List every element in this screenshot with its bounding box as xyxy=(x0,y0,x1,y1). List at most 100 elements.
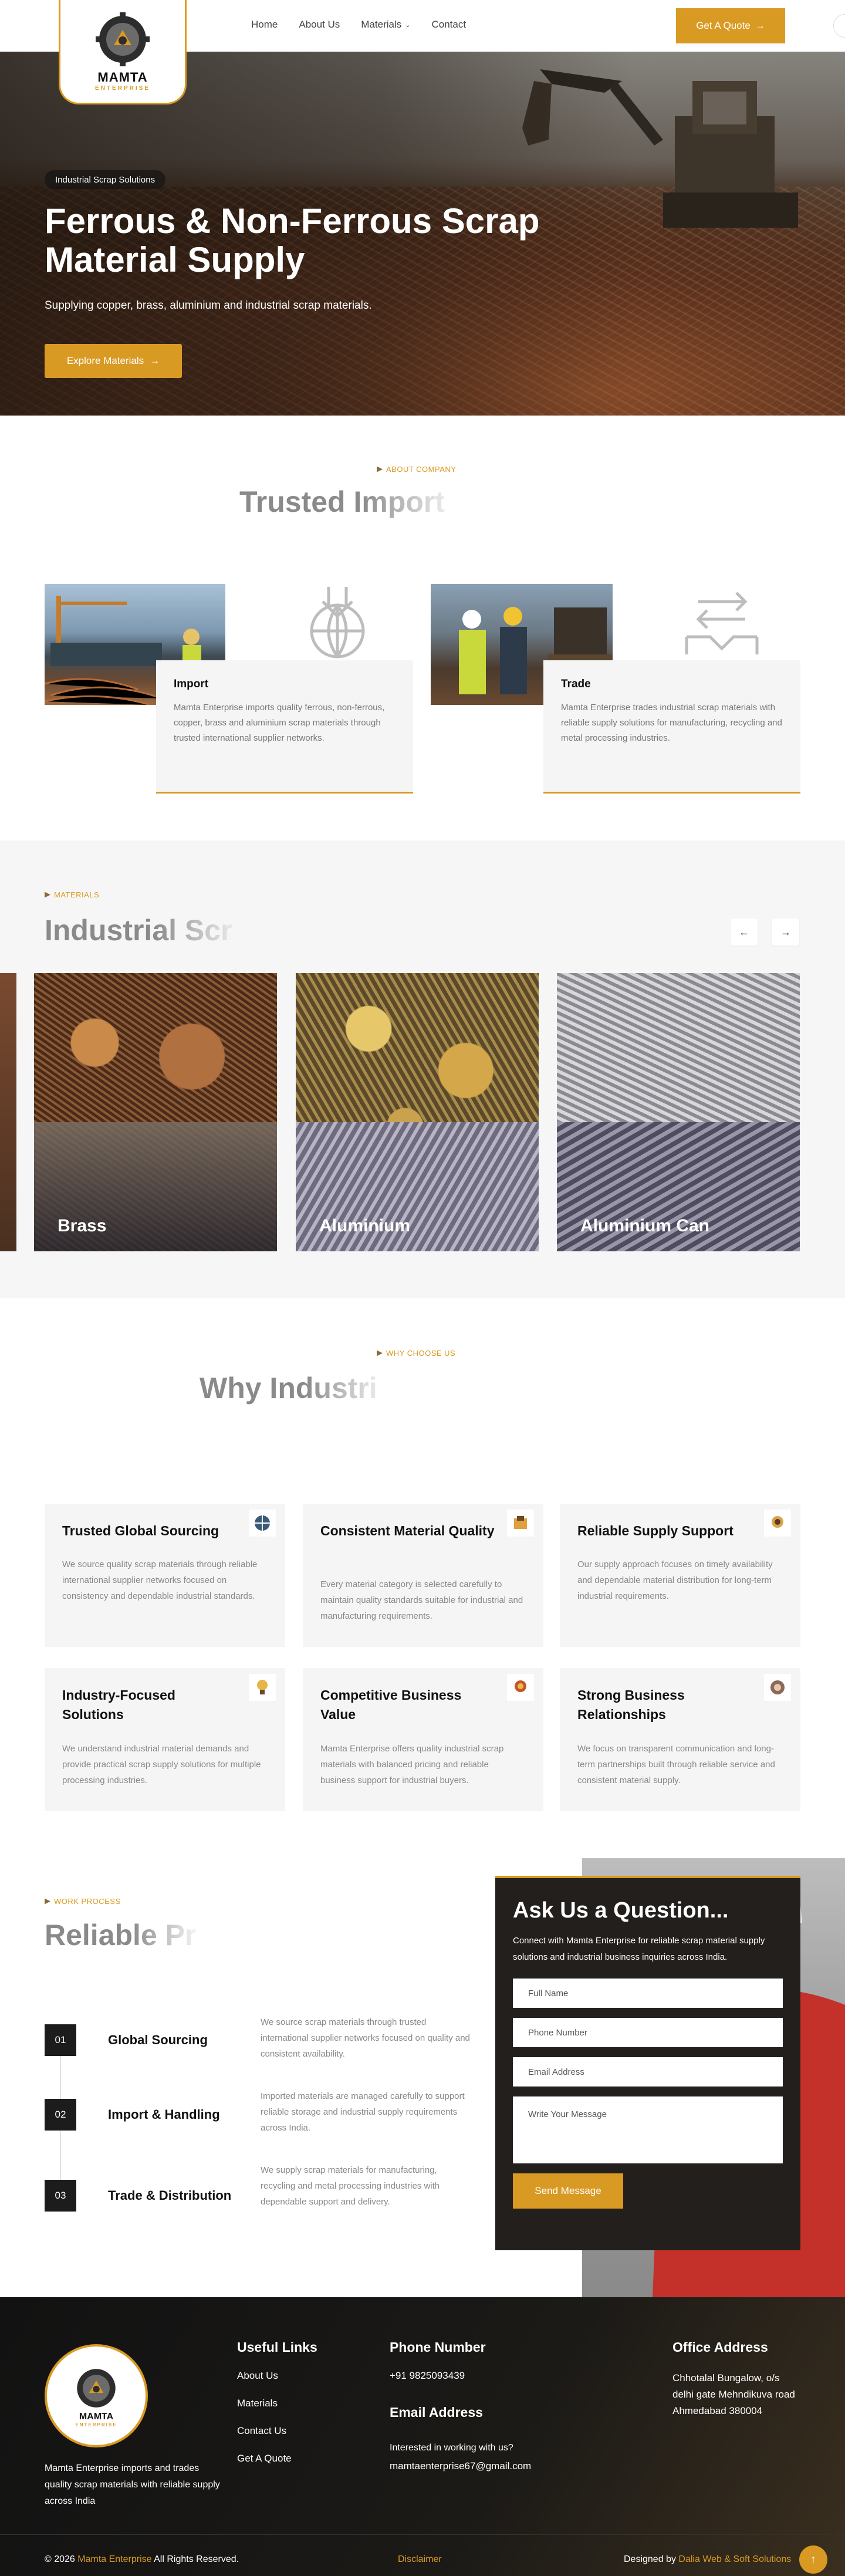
about-card-text: Mamta Enterprise imports quality ferrous… xyxy=(174,703,385,743)
why-card-text: We understand industrial material demand… xyxy=(62,1744,261,1785)
form-intro: Connect with Mamta Enterprise for reliab… xyxy=(513,1936,765,1962)
nav-materials[interactable]: Materials ⌄ xyxy=(361,19,410,31)
logo-gear-icon xyxy=(96,12,150,66)
footer-office: Chhotalal Bungalow, o/s delhi gate Mehnd… xyxy=(672,2372,795,2416)
globe-icon xyxy=(249,1510,276,1537)
main-nav: Home About Us Materials ⌄ Contact xyxy=(251,19,466,31)
contact-form: Ask Us a Question... Connect with Mamta … xyxy=(495,1876,800,2250)
eyebrow-marker-icon xyxy=(45,892,50,898)
form-title: Ask Us a Question... xyxy=(513,1898,729,1923)
step-number: 02 xyxy=(45,2099,76,2131)
arrow-right-icon: → xyxy=(780,926,791,938)
material-card[interactable]: Brass xyxy=(34,973,277,1251)
material-card[interactable]: Aluminium xyxy=(296,973,539,1251)
why-eyebrow-label: WHY CHOOSE US xyxy=(386,1349,456,1358)
footer-link[interactable]: Contact Us xyxy=(237,2423,286,2439)
footer-link[interactable]: Materials xyxy=(237,2395,278,2412)
copyright-brand[interactable]: Mamta Enterprise xyxy=(77,2554,151,2564)
footer-link[interactable]: Get A Quote xyxy=(237,2450,292,2467)
about-title: Trusted Import xyxy=(239,485,462,519)
designed-by-prefix: Designed by xyxy=(624,2554,676,2564)
nav-home[interactable]: Home xyxy=(251,19,278,31)
about-card-trade: Trade Mamta Enterprise trades industrial… xyxy=(543,660,800,794)
footer-logo[interactable]: MAMTA ENTERPRISE xyxy=(45,2344,148,2447)
footer-links-title: Useful Links xyxy=(237,2339,317,2355)
footer-email-note: Interested in working with us? xyxy=(390,2443,513,2453)
nav-about[interactable]: About Us xyxy=(299,19,340,31)
footer-phone[interactable]: +91 9825093439 xyxy=(390,2368,465,2384)
menu-toggle-button[interactable] xyxy=(833,14,845,38)
copyright: © 2026 Mamta Enterprise All Rights Reser… xyxy=(45,2554,239,2565)
hero-title: Ferrous & Non-Ferrous Scrap Material Sup… xyxy=(45,201,540,279)
partnership-icon xyxy=(764,1674,791,1701)
disclaimer-link[interactable]: Disclaimer xyxy=(398,2554,442,2565)
step-number: 03 xyxy=(45,2180,76,2212)
explore-materials-button[interactable]: Explore Materials → xyxy=(45,344,182,378)
scroll-top-button[interactable]: ↑ xyxy=(799,2545,827,2574)
phone-field[interactable]: Phone Number xyxy=(513,2018,783,2047)
about-card-title: Trade xyxy=(561,678,591,690)
copyright-prefix: © 2026 xyxy=(45,2554,75,2564)
about-eyebrow-label: ABOUT COMPANY xyxy=(386,465,457,474)
logo-gear-icon xyxy=(77,2368,116,2408)
about-card-text: Mamta Enterprise trades industrial scrap… xyxy=(561,703,782,743)
chevron-down-icon: ⌄ xyxy=(405,21,411,29)
step-text: We source scrap materials through truste… xyxy=(261,2017,470,2059)
why-card-title: Consistent Material Quality xyxy=(320,1523,495,1538)
about-card-title: Import xyxy=(174,678,209,690)
footer-phone-title: Phone Number xyxy=(390,2339,486,2355)
why-card-title: Reliable Supply Support xyxy=(577,1523,734,1538)
why-card: Strong Business Relationships We focus o… xyxy=(560,1668,800,1811)
arrow-left-icon: ← xyxy=(739,926,749,938)
footer-email-title: Email Address xyxy=(390,2405,483,2420)
eyebrow-marker-icon xyxy=(45,1898,50,1905)
step-number: 01 xyxy=(45,2024,76,2056)
why-card-text: We source quality scrap materials throug… xyxy=(62,1559,258,1601)
footer-link[interactable]: About Us xyxy=(237,2368,278,2384)
why-card-title: Trusted Global Sourcing xyxy=(62,1523,219,1538)
step-title: Trade & Distribution xyxy=(108,2188,232,2203)
trade-handshake-icon xyxy=(685,592,759,654)
hero-badge: Industrial Scrap Solutions xyxy=(45,170,166,189)
full-name-field[interactable]: Full Name xyxy=(513,1979,783,2008)
why-card: Trusted Global Sourcing We source qualit… xyxy=(45,1504,285,1647)
why-card-title: Strong Business Relationships xyxy=(577,1687,685,1722)
step-text: Imported materials are managed carefully… xyxy=(261,2091,465,2133)
copyright-suffix: All Rights Reserved. xyxy=(154,2554,239,2564)
footer-email[interactable]: mamtaenterprise67@gmail.com xyxy=(390,2458,531,2474)
material-card-partial[interactable] xyxy=(0,973,16,1251)
get-quote-button[interactable]: Get A Quote → xyxy=(676,8,785,43)
email-field[interactable]: Email Address xyxy=(513,2057,783,2087)
why-card-text: Every material category is selected care… xyxy=(320,1579,523,1621)
footer-bottom-bar: © 2026 Mamta Enterprise All Rights Reser… xyxy=(0,2534,845,2574)
materials-eyebrow-label: MATERIALS xyxy=(54,890,100,899)
value-medal-icon xyxy=(507,1674,534,1701)
arrow-right-icon: → xyxy=(755,20,765,31)
material-card[interactable]: Aluminium Can xyxy=(557,973,800,1251)
material-label: Brass xyxy=(58,1216,107,1235)
message-field[interactable]: Write Your Message xyxy=(513,2096,783,2163)
nav-contact[interactable]: Contact xyxy=(431,19,466,31)
step-title: Import & Handling xyxy=(108,2107,220,2122)
send-message-button[interactable]: Send Message xyxy=(513,2173,623,2209)
eyebrow-marker-icon xyxy=(377,1350,383,1356)
industry-bulb-icon xyxy=(249,1674,276,1701)
about-eyebrow: ABOUT COMPANY xyxy=(377,465,456,474)
logo[interactable]: MAMTA ENTERPRISE xyxy=(59,0,187,104)
hero-section: Industrial Scrap Solutions Ferrous & Non… xyxy=(0,52,845,416)
designed-by-link[interactable]: Dalia Web & Soft Solutions xyxy=(678,2554,791,2564)
quality-box-icon xyxy=(507,1510,534,1537)
import-globe-icon xyxy=(310,587,365,659)
footer-logo-sub: ENTERPRISE xyxy=(75,2422,117,2428)
get-quote-label: Get A Quote xyxy=(696,20,751,31)
carousel-next-button[interactable]: → xyxy=(772,919,799,946)
process-eyebrow-label: WORK PROCESS xyxy=(54,1897,121,1906)
why-card-text: Our supply approach focuses on timely av… xyxy=(577,1559,773,1601)
why-title: Why Industri xyxy=(200,1371,393,1405)
why-card-text: We focus on transparent communication an… xyxy=(577,1744,775,1785)
step-text: We supply scrap materials for manufactur… xyxy=(261,2165,440,2207)
carousel-prev-button[interactable]: ← xyxy=(731,919,758,946)
why-eyebrow: WHY CHOOSE US xyxy=(377,1349,455,1358)
material-label: Aluminium xyxy=(319,1216,410,1235)
why-card-title: Industry-Focused Solutions xyxy=(62,1687,175,1722)
